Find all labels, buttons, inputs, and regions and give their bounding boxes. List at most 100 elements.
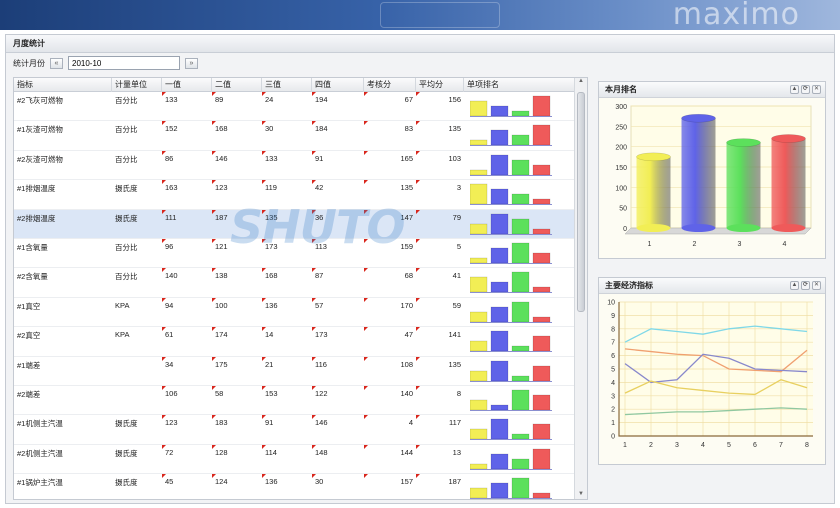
cell-score: 47 — [364, 327, 416, 355]
cell-v4: 184 — [312, 121, 364, 149]
mini-rank-bar — [470, 429, 488, 440]
cell-avg: 41 — [416, 268, 464, 296]
mini-rank-bar — [470, 223, 488, 234]
cell-v3: 173 — [262, 238, 312, 267]
table-row[interactable]: #1锅炉主汽温 摄氏度 45 124 136 30 157 187 — [14, 474, 575, 499]
next-month-button[interactable]: » — [185, 57, 198, 69]
col-header-shift2[interactable]: 二值 — [212, 78, 262, 92]
table-row[interactable]: #1灰渣可燃物 百分比 152 168 30 184 83 135 — [14, 121, 575, 151]
cell-avg: 135 — [416, 121, 464, 149]
bar-cylinder — [636, 156, 671, 228]
cell-v1: 106 — [162, 385, 212, 414]
cell-v2: 123 — [212, 180, 262, 208]
cell-v2: 100 — [212, 297, 262, 326]
refresh-icon[interactable]: ⟳ — [801, 85, 810, 94]
cell-name: #2含氧量 — [17, 272, 48, 282]
col-header-score[interactable]: 考核分 — [364, 78, 416, 92]
mini-rank-bar — [532, 228, 551, 234]
cell-v2: 128 — [212, 444, 262, 473]
mini-rank-bar — [490, 213, 509, 234]
bar-base — [726, 224, 761, 232]
ranking-widget-title: 本月排名 ▲ ⟳ ✕ — [599, 82, 825, 98]
close-icon[interactable]: ✕ — [812, 281, 821, 290]
table-row[interactable]: #2含氧量 百分比 140 138 168 87 68 41 — [14, 268, 575, 298]
month-input[interactable] — [68, 56, 180, 70]
table-row[interactable]: #2机侧主汽温 摄氏度 72 128 114 148 144 13 — [14, 444, 575, 475]
cell-name: #1锅炉主汽温 — [17, 478, 63, 488]
mini-rank-svg — [470, 183, 552, 206]
col-header-shift3[interactable]: 三值 — [262, 78, 312, 92]
mini-rank-bar — [490, 154, 509, 176]
cell-name: #1排烟温度 — [17, 184, 56, 194]
cell-v3: 133 — [262, 150, 312, 179]
scroll-thumb[interactable] — [577, 92, 585, 312]
bar-top — [726, 138, 761, 147]
col-header-average[interactable]: 平均分 — [416, 78, 464, 92]
mini-rank-bar — [532, 198, 551, 205]
mini-rank-bar — [470, 340, 488, 352]
mini-rank-bar — [470, 311, 488, 322]
mini-rank-bar — [470, 183, 488, 205]
table-row[interactable]: #1真空 KPA 94 100 136 57 170 59 — [14, 297, 575, 328]
cell-name: #2灰渣可燃物 — [17, 154, 63, 164]
x-tick-label: 6 — [753, 442, 757, 449]
collapse-icon[interactable]: ▲ — [790, 85, 799, 94]
cell-v1: 111 — [162, 209, 212, 238]
scroll-down-icon[interactable]: ▼ — [575, 491, 587, 499]
cell-v1: 123 — [162, 415, 212, 443]
bar-top — [636, 152, 671, 162]
close-icon[interactable]: ✕ — [812, 85, 821, 94]
table-row[interactable]: #2排烟温度 摄氏度 111 187 135 36 147 79 — [14, 209, 575, 239]
banner-decoration — [380, 2, 500, 28]
mini-rank-svg — [470, 125, 552, 147]
cell-avg: 8 — [416, 385, 464, 414]
y-tick-label: 4 — [611, 380, 615, 387]
prev-month-button[interactable]: « — [50, 57, 63, 69]
cell-v4: 57 — [312, 297, 364, 326]
scroll-up-icon[interactable]: ▲ — [575, 78, 587, 88]
table-row[interactable]: #1端差 34 175 21 116 108 135 — [14, 356, 575, 386]
cell-score: 83 — [364, 121, 416, 149]
y-tick-label: 150 — [615, 165, 627, 172]
cell-v2: 146 — [212, 150, 262, 179]
col-header-indicator[interactable]: 指标 — [14, 78, 112, 92]
table-row[interactable]: #1机侧主汽温 摄氏度 123 183 91 146 4 117 — [14, 415, 575, 445]
cell-v2: 58 — [212, 385, 262, 414]
monthly-stats-panel: 月度统计 统计月份 « » 指标 计量单位 一值 二值 三值 四值 考核分 平均… — [5, 34, 835, 504]
grid-scrollbar[interactable]: ▲ ▼ — [574, 78, 587, 499]
collapse-icon[interactable]: ▲ — [790, 281, 799, 290]
mini-rank-bar — [511, 110, 530, 117]
bar-base — [771, 224, 806, 232]
bar-cylinder — [771, 138, 806, 228]
ranking-widget: 本月排名 ▲ ⟳ ✕ 0 50 100 150 200 250 300 1 2 3 4 — [598, 81, 826, 259]
mini-rank-bar — [532, 394, 551, 411]
refresh-icon[interactable]: ⟳ — [801, 281, 810, 290]
table-row[interactable]: #1含氧量 百分比 96 121 173 113 159 5 — [14, 238, 575, 269]
x-tick-label: 1 — [648, 241, 652, 248]
x-tick-label: 2 — [649, 442, 653, 449]
table-row[interactable]: #2真空 KPA 61 174 14 173 47 141 — [14, 327, 575, 357]
col-header-shift1[interactable]: 一值 — [162, 78, 212, 92]
cell-v4: 122 — [312, 385, 364, 414]
cell-v1: 86 — [162, 150, 212, 179]
table-row[interactable]: #2端差 106 58 153 122 140 8 — [14, 385, 575, 416]
col-header-ranking[interactable]: 单项排名 — [464, 78, 575, 92]
cell-v3: 114 — [262, 444, 312, 473]
col-header-shift4[interactable]: 四值 — [312, 78, 364, 92]
cell-unit: 摄氏度 — [115, 184, 138, 194]
y-tick-label: 200 — [615, 145, 627, 152]
grid-header: 指标 计量单位 一值 二值 三值 四值 考核分 平均分 单项排名 — [14, 78, 575, 92]
table-row[interactable]: #2灰渣可燃物 百分比 86 146 133 91 165 103 — [14, 150, 575, 181]
bar-cylinder — [681, 118, 716, 228]
table-row[interactable]: #2飞灰可燃物 百分比 133 89 24 194 67 156 — [14, 92, 575, 122]
col-header-unit[interactable]: 计量单位 — [112, 78, 162, 92]
mini-rank-bar — [511, 375, 530, 381]
econ-widget: 主要经济指标 ▲ ⟳ ✕ 0 1 2 3 4 5 6 7 8 9 10 1 2 3 4 5 6 7 8 — [598, 277, 826, 465]
cell-unit: 百分比 — [115, 96, 138, 105]
cell-avg: 59 — [416, 297, 464, 326]
cell-v3: 135 — [262, 209, 312, 238]
mini-rank-bar — [490, 188, 509, 205]
table-row[interactable]: #1排烟温度 摄氏度 163 123 119 42 135 3 — [14, 180, 575, 210]
y-tick-label: 1 — [611, 420, 615, 427]
mini-rank-bar — [511, 345, 530, 352]
